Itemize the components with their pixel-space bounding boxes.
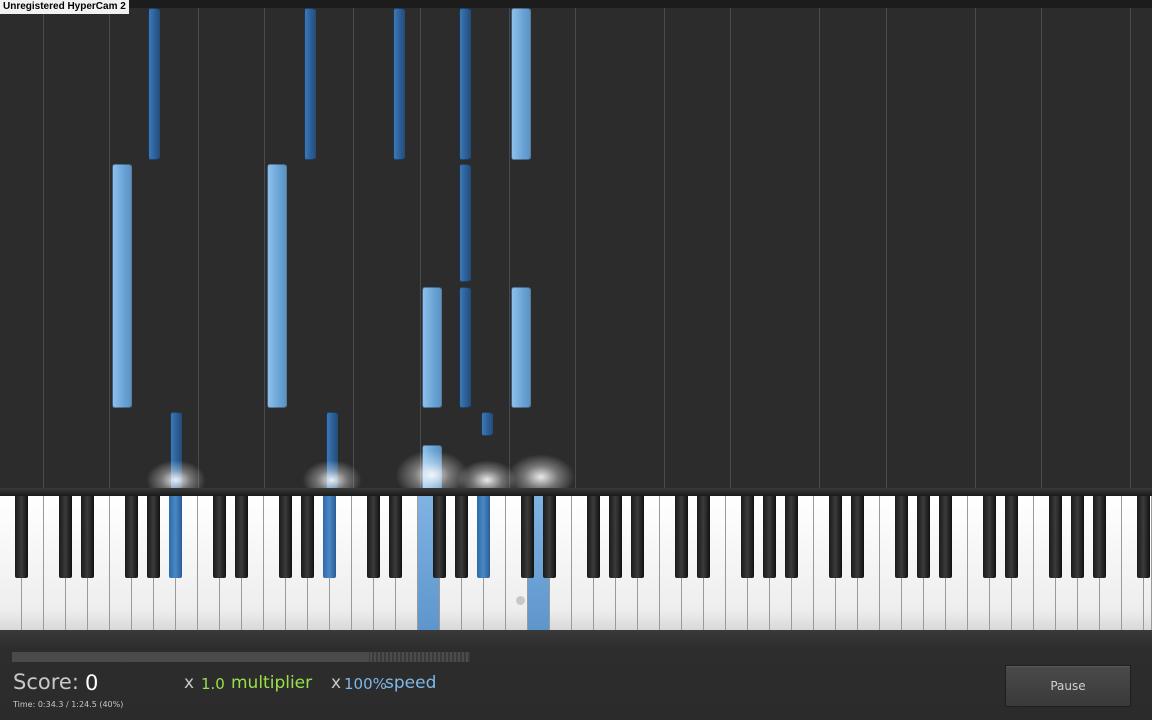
octave-grid-line [509, 8, 510, 490]
falling-note [148, 8, 160, 160]
black-key[interactable] [983, 496, 996, 578]
black-key[interactable] [895, 496, 908, 578]
song-progress-bar[interactable] [12, 652, 470, 662]
octave-grid-line [975, 8, 976, 490]
black-key[interactable] [1137, 496, 1150, 578]
multiplier-prefix: x [184, 673, 195, 693]
black-key[interactable] [741, 496, 754, 578]
black-key[interactable] [367, 496, 380, 578]
score-label: Score: [13, 670, 79, 694]
falling-note [267, 164, 287, 408]
black-key[interactable] [829, 496, 842, 578]
octave-grid-line [420, 8, 421, 490]
hit-glow-effect [146, 460, 206, 490]
falling-note [511, 287, 531, 408]
black-key[interactable] [433, 496, 446, 578]
progress-bar-remaining [370, 652, 470, 662]
black-key[interactable] [1005, 496, 1018, 578]
black-key[interactable] [279, 496, 292, 578]
black-key[interactable] [851, 496, 864, 578]
black-key[interactable] [939, 496, 952, 578]
status-bar: Score: 0 Time: 0:34.3 / 1:24.5 (40%) x 1… [0, 630, 1152, 720]
black-key[interactable] [917, 496, 930, 578]
black-key-pressed[interactable] [477, 496, 490, 578]
black-key[interactable] [1049, 496, 1062, 578]
speed-value[interactable]: 100% [344, 675, 387, 693]
black-key[interactable] [521, 496, 534, 578]
black-key[interactable] [675, 496, 688, 578]
multiplier-label: multiplier [231, 673, 313, 693]
octave-grid-line [43, 8, 44, 490]
octave-grid-line [730, 8, 731, 490]
falling-note [459, 164, 471, 282]
black-key[interactable] [1093, 496, 1106, 578]
falling-note [304, 8, 316, 160]
falling-notes-area [0, 8, 1152, 490]
black-key[interactable] [609, 496, 622, 578]
black-key-pressed[interactable] [323, 496, 336, 578]
black-key[interactable] [125, 496, 138, 578]
black-key[interactable] [213, 496, 226, 578]
progress-bar-fill [12, 652, 370, 662]
black-key[interactable] [543, 496, 556, 578]
falling-note [459, 8, 471, 160]
black-key-pressed[interactable] [169, 496, 182, 578]
black-key[interactable] [785, 496, 798, 578]
piano-keyboard [0, 496, 1152, 630]
octave-grid-line [819, 8, 820, 490]
pause-button[interactable]: Pause [1005, 665, 1131, 707]
falling-note [459, 287, 471, 408]
time-readout: Time: 0:34.3 / 1:24.5 (40%) [13, 700, 124, 709]
hit-glow-effect [507, 454, 575, 490]
falling-note [481, 412, 493, 436]
octave-grid-line [353, 8, 354, 490]
black-key[interactable] [455, 496, 468, 578]
black-key[interactable] [59, 496, 72, 578]
octave-grid-line [1041, 8, 1042, 490]
falling-note [422, 287, 442, 408]
falling-note [112, 164, 132, 408]
octave-grid-line [1130, 8, 1131, 490]
falling-note [393, 8, 405, 160]
octave-grid-line [886, 8, 887, 490]
speed-prefix: x [331, 673, 342, 693]
black-key[interactable] [763, 496, 776, 578]
octave-grid-line [664, 8, 665, 490]
black-key[interactable] [631, 496, 644, 578]
octave-grid-line [198, 8, 199, 490]
octave-grid-line [264, 8, 265, 490]
octave-grid-line [575, 8, 576, 490]
window-top-strip [0, 0, 1152, 8]
octave-grid-line [109, 8, 110, 490]
falling-note [511, 8, 531, 160]
multiplier-value: 1.0 [201, 675, 225, 693]
recorder-watermark: Unregistered HyperCam 2 [0, 0, 129, 14]
black-key[interactable] [1071, 496, 1084, 578]
black-key[interactable] [15, 496, 28, 578]
score-value: 0 [85, 671, 99, 695]
key-indicator-dot-icon [516, 596, 525, 605]
black-key[interactable] [301, 496, 314, 578]
black-key[interactable] [389, 496, 402, 578]
black-key[interactable] [235, 496, 248, 578]
speed-label: speed [385, 673, 437, 693]
black-key[interactable] [587, 496, 600, 578]
black-key[interactable] [147, 496, 160, 578]
black-key[interactable] [81, 496, 94, 578]
black-key[interactable] [697, 496, 710, 578]
